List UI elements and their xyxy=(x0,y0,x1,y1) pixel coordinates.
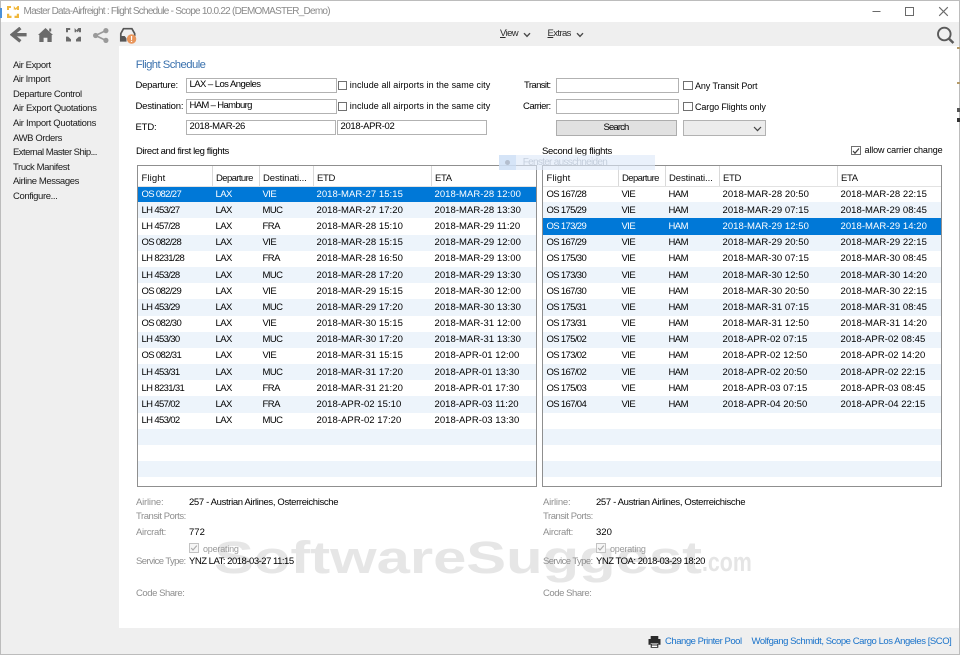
svg-text:!: ! xyxy=(130,34,133,44)
